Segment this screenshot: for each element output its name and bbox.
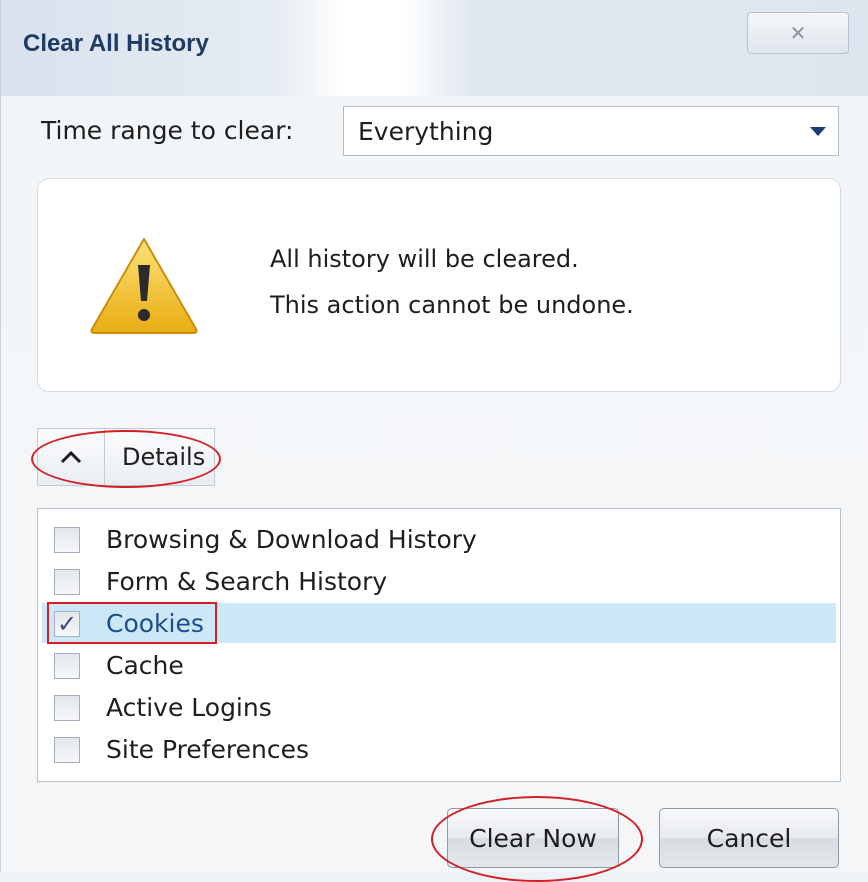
close-button[interactable]: ✕ <box>747 12 849 54</box>
item-label: Browsing & Download History <box>106 525 477 554</box>
list-item[interactable]: Form & Search History <box>42 561 836 601</box>
dialog-title: Clear All History <box>23 30 209 57</box>
list-item[interactable]: Cache <box>42 645 836 685</box>
close-icon: ✕ <box>789 21 807 45</box>
time-range-label: Time range to clear: <box>41 116 294 145</box>
clear-now-button[interactable]: Clear Now <box>447 808 619 868</box>
item-label: Site Preferences <box>106 735 309 764</box>
warning-panel: All history will be cleared. This action… <box>37 178 841 392</box>
warning-message-line2: This action cannot be undone. <box>270 291 634 319</box>
item-label: Form & Search History <box>106 567 388 596</box>
time-range-select[interactable]: Everything <box>343 106 839 156</box>
clear-history-dialog: Clear All History ✕ Time range to clear:… <box>0 0 868 882</box>
list-item-selected[interactable]: ✓ Cookies <box>42 603 836 643</box>
list-item[interactable]: Active Logins <box>42 687 836 727</box>
time-range-value: Everything <box>358 117 494 146</box>
checkbox-form-history[interactable] <box>54 569 80 595</box>
title-bar: Clear All History ✕ <box>1 0 868 96</box>
details-toggle-button[interactable]: Details <box>37 428 215 486</box>
item-label: Active Logins <box>106 693 272 722</box>
checkbox-active-logins[interactable] <box>54 695 80 721</box>
warning-message-line1: All history will be cleared. <box>270 245 579 273</box>
chevron-down-icon <box>810 127 826 136</box>
details-label: Details <box>122 443 206 471</box>
list-item[interactable]: Site Preferences <box>42 729 836 769</box>
warning-triangle-icon <box>90 238 198 334</box>
chevron-up-icon[interactable] <box>38 429 105 485</box>
checkbox-cache[interactable] <box>54 653 80 679</box>
list-item[interactable]: Browsing & Download History <box>42 519 836 559</box>
history-items-list: Browsing & Download History Form & Searc… <box>37 508 841 782</box>
cancel-button[interactable]: Cancel <box>659 808 839 868</box>
item-label: Cache <box>106 651 184 680</box>
checkbox-browsing-history[interactable] <box>54 527 80 553</box>
item-label: Cookies <box>106 609 204 638</box>
checkmark-icon: ✓ <box>56 610 78 638</box>
checkbox-site-preferences[interactable] <box>54 737 80 763</box>
checkbox-cookies[interactable]: ✓ <box>54 611 80 637</box>
